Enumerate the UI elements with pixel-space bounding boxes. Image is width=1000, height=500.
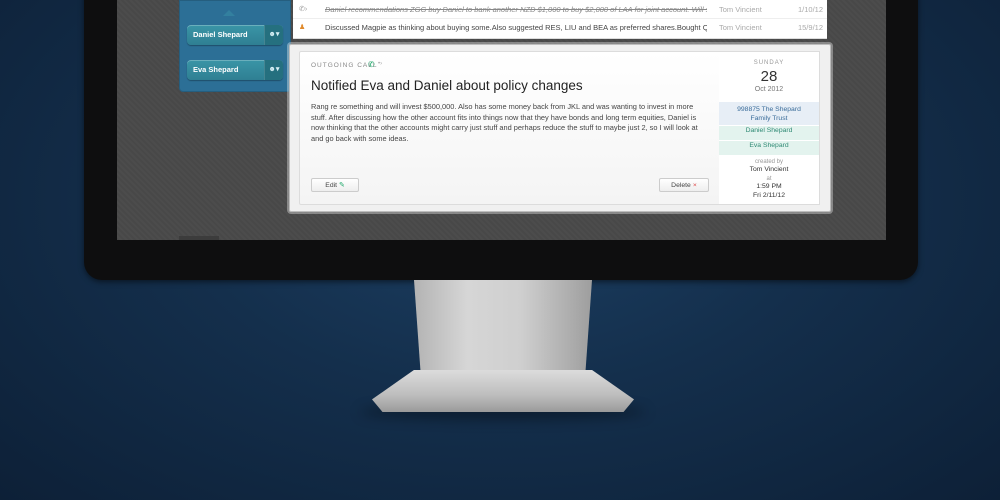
activity-title: Notified Eva and Daniel about policy cha… <box>311 78 583 93</box>
weekday: SUNDAY <box>753 60 785 66</box>
created-by-name: Tom Vincient <box>749 166 789 173</box>
delete-button[interactable]: Delete × <box>659 178 709 192</box>
month-year: Oct 2012 <box>754 86 784 93</box>
people-icon: ♟ <box>299 24 306 31</box>
contact-name: Eva Shepard <box>193 65 239 74</box>
trust-name-line2: Family Trust <box>750 115 788 122</box>
delete-label: Delete <box>671 182 691 189</box>
phone-icon: ✆› <box>299 6 308 13</box>
activity-row[interactable]: ♟ Discussed Magpie as thinking about buy… <box>293 19 827 37</box>
contact-pill-eva[interactable]: Eva Shepard ☻▾ <box>187 60 283 80</box>
day-number: 28 <box>760 68 778 85</box>
contacts-sidebar: Daniel Shepard ☻▾ Eva Shepard ☻▾ <box>179 0 291 92</box>
activity-row[interactable]: ✆› Daniel recommendations ZGG buy Daniel… <box>293 1 827 19</box>
activity-text: Discussed Magpie as thinking about buyin… <box>325 23 707 32</box>
activity-text: Daniel recommendations ZGG buy Daniel to… <box>325 5 707 14</box>
contact-pill-daniel[interactable]: Daniel Shepard ☻▾ <box>187 25 283 45</box>
at-label: at <box>766 176 772 182</box>
phone-icon: ✆ <box>368 60 375 69</box>
created-time: 1:59 PM <box>756 183 782 190</box>
pencil-icon: ✎ <box>339 182 345 189</box>
activity-date: 1/10/12 <box>797 5 823 14</box>
edit-label: Edit <box>325 182 337 189</box>
person-icon[interactable]: ☻▾ <box>264 60 283 80</box>
activity-side-panel: SUNDAY 28 Oct 2012 998875 The Shepard Fa… <box>719 51 820 205</box>
screen: Daniel Shepard ☻▾ Eva Shepard ☻▾ ✆› Dani… <box>117 0 886 240</box>
outgoing-arrow-icon: •› <box>378 61 383 67</box>
activity-body: Rang re something and will invest $500,0… <box>311 102 698 143</box>
sidebar-stub <box>179 236 219 240</box>
activity-list: ✆› Daniel recommendations ZGG buy Daniel… <box>293 0 827 39</box>
activity-card: OUTGOING CALL ✆ •› Notified Eva and Dani… <box>299 51 721 205</box>
trust-name-line1: 998875 The Shepard <box>737 106 801 113</box>
contact-tag-eva[interactable]: Eva Shepard <box>719 141 819 155</box>
person-icon[interactable]: ☻▾ <box>264 25 283 45</box>
monitor-stand-neck <box>414 280 592 380</box>
activity-detail-popup: OUTGOING CALL ✆ •› Notified Eva and Dani… <box>289 44 831 212</box>
created-date: Fri 2/11/12 <box>753 192 785 199</box>
activity-date: 15/9/12 <box>797 23 823 32</box>
sidebar-pointer <box>223 10 235 16</box>
created-by-label: created by <box>754 159 784 165</box>
monitor-stand-base <box>372 370 634 412</box>
activity-author: Tom Vincient <box>719 5 762 14</box>
close-icon: × <box>692 182 697 189</box>
edit-button[interactable]: Edit ✎ <box>311 178 359 192</box>
contact-tag-daniel[interactable]: Daniel Shepard <box>719 126 819 140</box>
contact-name: Daniel Shepard <box>193 30 248 39</box>
activity-author: Tom Vincient <box>719 23 762 32</box>
trust-tag[interactable]: 998875 The Shepard Family Trust <box>719 102 819 125</box>
